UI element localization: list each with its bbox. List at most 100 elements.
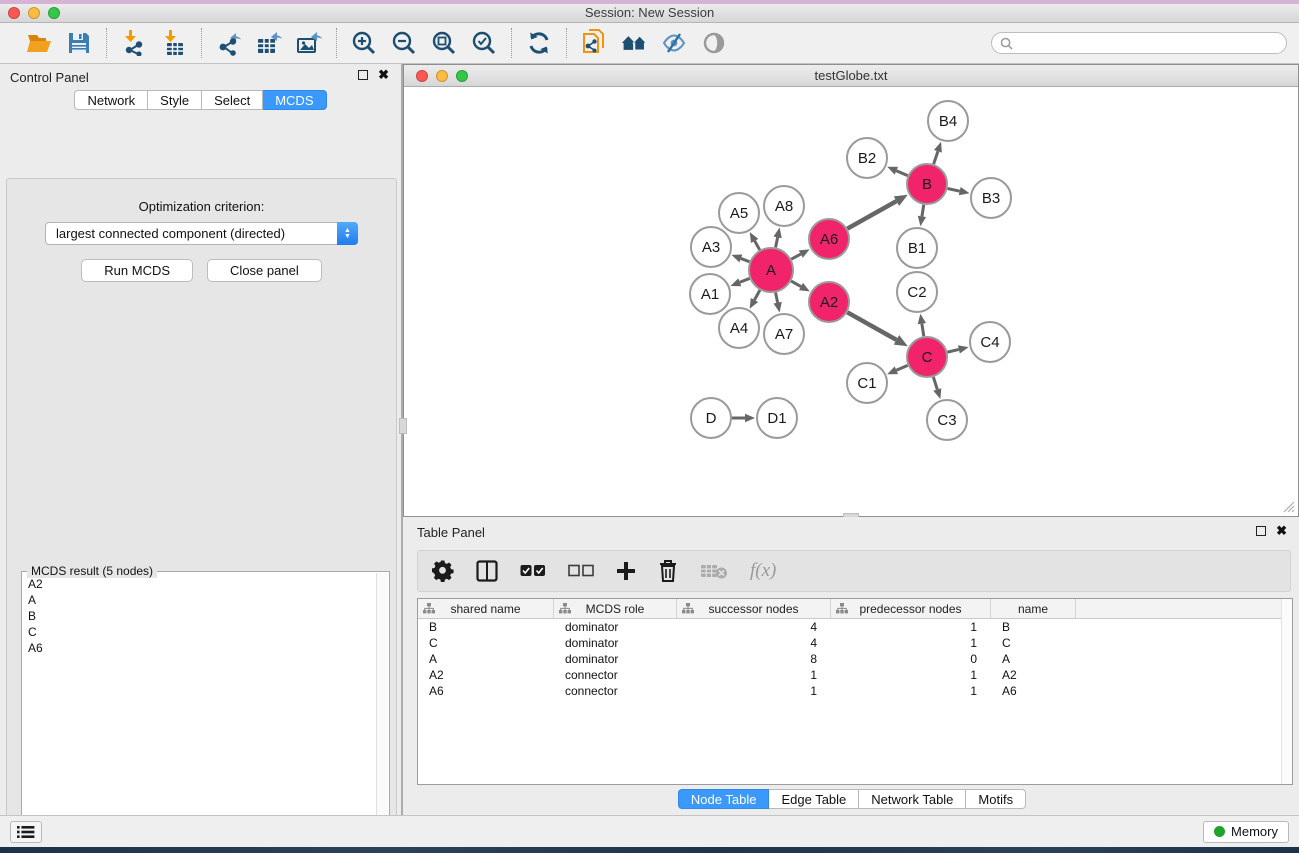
save-session-icon[interactable] [66, 30, 92, 56]
cell-name[interactable]: B [991, 619, 1076, 635]
result-item-a2[interactable]: A2 [23, 576, 376, 592]
result-item-b[interactable]: B [23, 608, 376, 624]
graph-edge-B-B1[interactable] [922, 205, 924, 217]
close-panel-icon[interactable]: ✖ [378, 70, 389, 80]
table-scrollbar[interactable] [1281, 599, 1292, 784]
cell-successor-nodes[interactable]: 1 [677, 667, 831, 683]
column-header-successor-nodes[interactable]: successor nodes [677, 599, 831, 619]
zoom-out-icon[interactable] [391, 30, 417, 56]
graph-edge-A-A4[interactable] [754, 290, 759, 300]
graph-node-C3[interactable]: C3 [927, 400, 967, 440]
network-canvas[interactable]: AA1A2A3A4A5A6A7A8BB1B2B3B4CC1C2C3C4DD1 [405, 88, 1297, 516]
run-mcds-button[interactable]: Run MCDS [81, 259, 193, 282]
unselect-all-icon[interactable] [568, 564, 594, 578]
cell-MCDS-role[interactable]: dominator [554, 651, 677, 667]
network-window-titlebar[interactable]: testGlobe.txt [404, 65, 1298, 87]
cell-shared-name[interactable]: A2 [418, 667, 554, 683]
graph-edge-C-C4[interactable] [947, 349, 958, 352]
network-zoom-button[interactable] [456, 70, 468, 82]
cell-name[interactable]: A6 [991, 683, 1076, 699]
cell-shared-name[interactable]: A6 [418, 683, 554, 699]
function-builder-icon[interactable]: f(x) [750, 560, 776, 582]
tab-network[interactable]: Network [74, 90, 148, 110]
graph-node-B[interactable]: B [907, 164, 947, 204]
tab-style[interactable]: Style [148, 90, 202, 110]
graph-edge-A2-C[interactable] [847, 312, 896, 340]
zoom-selected-icon[interactable] [471, 30, 497, 56]
select-all-icon[interactable] [520, 564, 546, 578]
graph-edge-B-B3[interactable] [948, 188, 960, 191]
tab-network-table[interactable]: Network Table [859, 789, 966, 809]
graph-node-D1[interactable]: D1 [757, 398, 797, 438]
table-row[interactable]: Cdominator41C [418, 635, 1292, 651]
graph-edge-B-B2[interactable] [896, 171, 907, 176]
graph-node-A3[interactable]: A3 [691, 227, 731, 267]
home-icon[interactable] [621, 30, 647, 56]
graph-node-A5[interactable]: A5 [719, 193, 759, 233]
graph-node-B3[interactable]: B3 [971, 178, 1011, 218]
cell-successor-nodes[interactable]: 1 [677, 683, 831, 699]
cell-name[interactable]: A [991, 651, 1076, 667]
cell-MCDS-role[interactable]: connector [554, 683, 677, 699]
minimize-window-button[interactable] [28, 7, 40, 19]
graph-edge-A-A6[interactable] [791, 254, 800, 259]
zoom-fit-icon[interactable] [431, 30, 457, 56]
delete-column-icon[interactable] [658, 559, 678, 583]
tab-select[interactable]: Select [202, 90, 263, 110]
table-row[interactable]: Adominator80A [418, 651, 1292, 667]
open-session-icon[interactable] [26, 30, 52, 56]
delete-table-icon[interactable] [700, 562, 728, 580]
graph-edge-A-A7[interactable] [776, 293, 778, 303]
cell-MCDS-role[interactable]: connector [554, 667, 677, 683]
optimization-criterion-dropdown[interactable]: largest connected component (directed) ▲… [45, 222, 358, 245]
memory-button[interactable]: Memory [1203, 821, 1289, 843]
column-header-predecessor-nodes[interactable]: predecessor nodes [831, 599, 991, 619]
hide-selected-icon[interactable] [661, 30, 687, 56]
node-table[interactable]: shared nameMCDS rolesuccessor nodesprede… [417, 598, 1293, 785]
cell-shared-name[interactable]: C [418, 635, 554, 651]
cell-name[interactable]: C [991, 635, 1076, 651]
refresh-view-icon[interactable] [526, 30, 552, 56]
close-table-panel-icon[interactable]: ✖ [1276, 526, 1287, 536]
graph-node-C2[interactable]: C2 [897, 272, 937, 312]
export-table-icon[interactable] [256, 30, 282, 56]
network-close-button[interactable] [416, 70, 428, 82]
graph-edge-C-C1[interactable] [896, 365, 907, 370]
column-header-shared-name[interactable]: shared name [418, 599, 554, 619]
graph-node-B1[interactable]: B1 [897, 228, 937, 268]
column-header-MCDS-role[interactable]: MCDS role [554, 599, 677, 619]
graph-edge-A-A1[interactable] [740, 278, 750, 282]
float-table-panel-icon[interactable] [1256, 526, 1266, 536]
new-network-from-selection-icon[interactable] [581, 30, 607, 56]
table-settings-icon[interactable] [432, 560, 454, 582]
graph-node-C[interactable]: C [907, 337, 947, 377]
column-view-icon[interactable] [476, 560, 498, 582]
cell-successor-nodes[interactable]: 4 [677, 619, 831, 635]
graph-edge-C-C2[interactable] [922, 324, 924, 337]
graph-node-A7[interactable]: A7 [764, 314, 804, 354]
cell-predecessor-nodes[interactable]: 1 [831, 635, 991, 651]
result-item-c[interactable]: C [23, 624, 376, 640]
import-table-icon[interactable] [161, 30, 187, 56]
cell-MCDS-role[interactable]: dominator [554, 635, 677, 651]
float-panel-icon[interactable] [358, 70, 368, 80]
table-row[interactable]: Bdominator41B [418, 619, 1292, 635]
table-row[interactable]: A2connector11A2 [418, 667, 1292, 683]
graph-edge-C-C3[interactable] [933, 377, 937, 389]
cell-predecessor-nodes[interactable]: 1 [831, 619, 991, 635]
zoom-in-icon[interactable] [351, 30, 377, 56]
result-item-a6[interactable]: A6 [23, 640, 376, 656]
network-minimize-button[interactable] [436, 70, 448, 82]
close-panel-button[interactable]: Close panel [207, 259, 322, 282]
zoom-window-button[interactable] [48, 7, 60, 19]
import-network-icon[interactable] [121, 30, 147, 56]
search-input[interactable] [1017, 36, 1278, 50]
cell-name[interactable]: A2 [991, 667, 1076, 683]
task-history-button[interactable] [10, 821, 42, 843]
table-row[interactable]: A6connector11A6 [418, 683, 1292, 699]
graph-edge-A-A3[interactable] [741, 258, 750, 261]
export-network-icon[interactable] [216, 30, 242, 56]
close-window-button[interactable] [8, 7, 20, 19]
export-image-icon[interactable] [296, 30, 322, 56]
tab-edge-table[interactable]: Edge Table [769, 789, 859, 809]
